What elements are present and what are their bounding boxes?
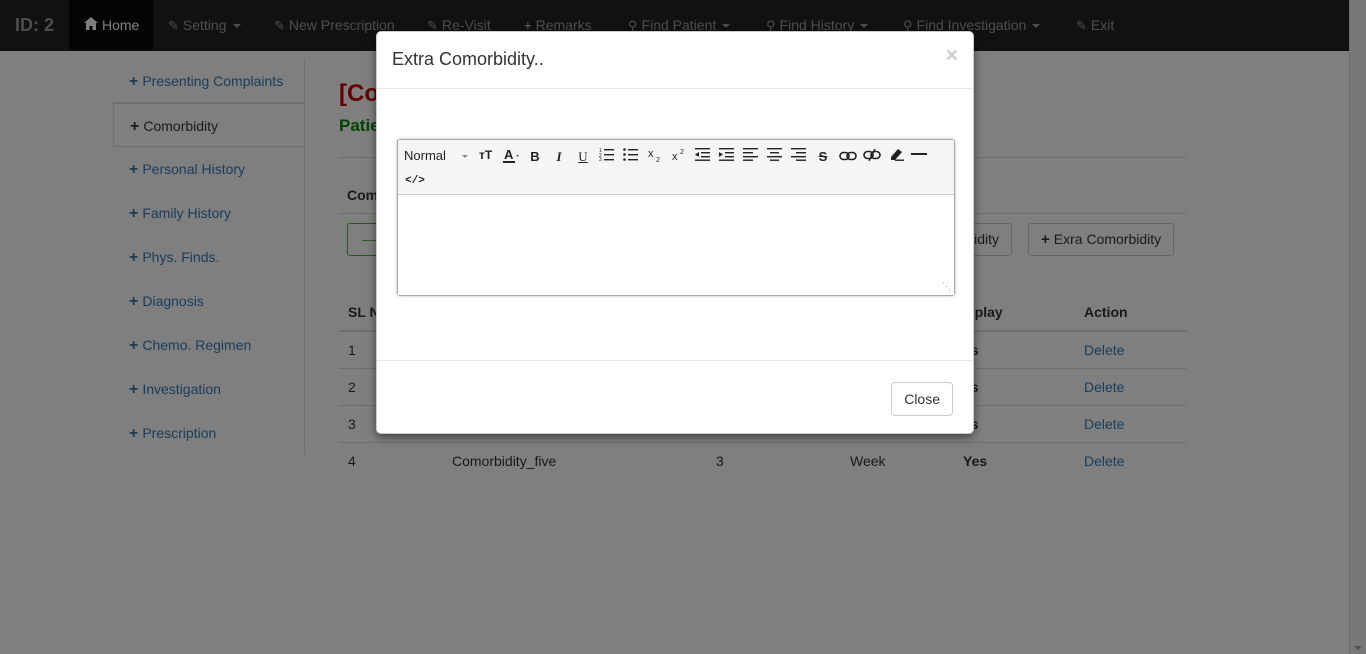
code-view-icon[interactable]: </> (404, 171, 426, 191)
rich-text-editor: Normal тT A B I U 123 x2 x2 S </> ⋱ (397, 139, 955, 296)
modal-footer: Close (377, 360, 973, 434)
format-select[interactable]: Normal (404, 146, 476, 166)
outdent-icon[interactable] (694, 147, 712, 167)
subscript-icon[interactable]: x2 (646, 147, 666, 167)
font-color-icon[interactable]: A (501, 147, 521, 167)
svg-text:2: 2 (656, 157, 660, 163)
align-center-icon[interactable] (766, 147, 784, 167)
svg-text:3: 3 (599, 157, 602, 161)
bold-icon[interactable]: B (526, 147, 544, 167)
font-size-icon[interactable]: тT (478, 147, 498, 167)
resize-handle-icon[interactable]: ⋱ (942, 281, 951, 292)
svg-text:тT: тT (479, 148, 493, 161)
svg-text:A: A (504, 147, 514, 162)
ordered-list-icon[interactable]: 123 (597, 147, 617, 167)
italic-icon[interactable]: I (550, 147, 568, 167)
unordered-list-icon[interactable] (621, 147, 641, 167)
extra-comorbidity-modal: Extra Comorbidity.. × Normal тT A B I U … (376, 31, 974, 434)
align-left-icon[interactable] (742, 147, 760, 167)
svg-text:x: x (672, 151, 678, 163)
modal-title: Extra Comorbidity.. (392, 49, 544, 69)
strikethrough-icon[interactable]: S (814, 147, 832, 167)
horizontal-rule-icon[interactable] (910, 147, 928, 167)
editor-toolbar: Normal тT A B I U 123 x2 x2 S </> (398, 140, 954, 195)
underline-icon[interactable]: U (574, 147, 592, 167)
close-button[interactable]: Close (891, 382, 953, 416)
align-right-icon[interactable] (790, 147, 808, 167)
unlink-icon[interactable] (862, 147, 882, 167)
remove-format-icon[interactable] (886, 147, 906, 167)
close-icon[interactable]: × (946, 44, 958, 68)
superscript-icon[interactable]: x2 (670, 147, 690, 167)
editor-content-area[interactable] (398, 195, 954, 295)
modal-header: Extra Comorbidity.. × (377, 32, 973, 89)
chevron-down-icon (462, 155, 468, 158)
svg-text:x: x (648, 148, 654, 160)
format-select-value: Normal (404, 148, 446, 163)
link-icon[interactable] (838, 147, 858, 167)
svg-text:2: 2 (680, 149, 684, 156)
indent-icon[interactable] (718, 147, 736, 167)
